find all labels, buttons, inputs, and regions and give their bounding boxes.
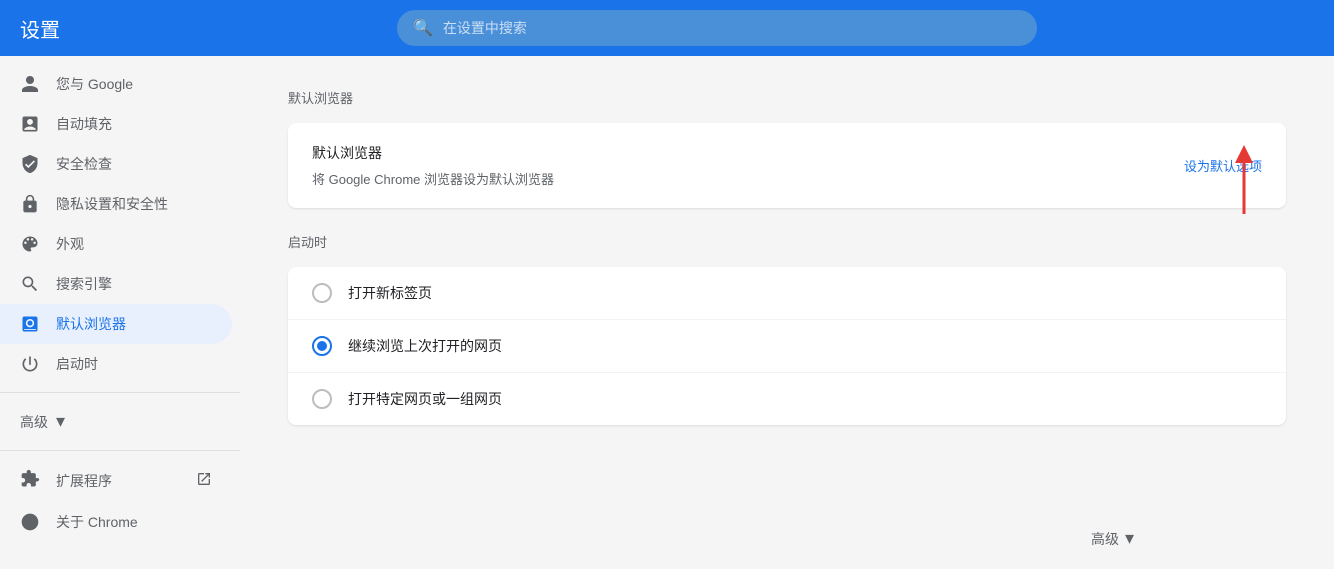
sidebar-item-label: 安全检查 (56, 154, 112, 174)
extensions-label: 扩展程序 (56, 471, 112, 491)
default-browser-card: 默认浏览器 将 Google Chrome 浏览器设为默认浏览器 设为默认选项 (288, 123, 1286, 208)
sidebar-item-safety[interactable]: 安全检查 (0, 144, 232, 184)
divider (0, 392, 240, 393)
startup-option-specific[interactable]: 打开特定网页或一组网页 (288, 373, 1286, 425)
search-input[interactable] (443, 20, 1021, 36)
autofill-icon (20, 114, 40, 134)
startup-option-label: 打开特定网页或一组网页 (348, 389, 502, 409)
sidebar-item-label: 关于 Chrome (56, 512, 138, 532)
sidebar-item-label: 您与 Google (56, 74, 133, 94)
sidebar-item-about[interactable]: 关于 Chrome (0, 502, 232, 542)
search-engine-icon (20, 274, 40, 294)
sidebar: 您与 Google 自动填充 安全检查 隐私设置和安全性 外观 (0, 56, 240, 569)
shield-icon (20, 154, 40, 174)
sidebar-item-appearance[interactable]: 外观 (0, 224, 232, 264)
sidebar-item-label: 默认浏览器 (56, 314, 126, 334)
browser-icon (20, 314, 40, 334)
sidebar-item-label: 外观 (56, 234, 84, 254)
default-browser-card-title: 默认浏览器 (312, 143, 554, 163)
sidebar-item-privacy[interactable]: 隐私设置和安全性 (0, 184, 232, 224)
app-header: 设置 🔍 (0, 0, 1334, 56)
main-content: 默认浏览器 默认浏览器 将 Google Chrome 浏览器设为默认浏览器 设… (240, 56, 1334, 569)
startup-option-new-tab[interactable]: 打开新标签页 (288, 267, 1286, 320)
radio-new-tab[interactable] (312, 283, 332, 303)
page-title: 设置 (20, 14, 100, 43)
sidebar-item-extensions[interactable]: 扩展程序 (0, 459, 232, 502)
chrome-icon (20, 512, 40, 532)
divider2 (0, 450, 240, 451)
startup-options-card: 打开新标签页 继续浏览上次打开的网页 打开特定网页或一组网页 (288, 267, 1286, 425)
sidebar-item-label: 搜索引擎 (56, 274, 112, 294)
startup-option-label: 打开新标签页 (348, 283, 432, 303)
search-bar: 🔍 (397, 10, 1037, 46)
startup-section-title: 启动时 (288, 232, 1286, 251)
radio-specific[interactable] (312, 389, 332, 409)
power-icon (20, 354, 40, 374)
default-browser-card-desc: 将 Google Chrome 浏览器设为默认浏览器 (312, 169, 554, 188)
default-browser-section-title: 默认浏览器 (288, 88, 1286, 107)
search-icon: 🔍 (413, 18, 433, 38)
external-link-icon (196, 471, 212, 490)
sidebar-item-default-browser[interactable]: 默认浏览器 (0, 304, 232, 344)
advanced-label: 高级 (1091, 529, 1119, 549)
sidebar-item-autofill[interactable]: 自动填充 (0, 104, 232, 144)
sidebar-item-label: 隐私设置和安全性 (56, 194, 168, 214)
lock-icon (20, 194, 40, 214)
startup-option-continue[interactable]: 继续浏览上次打开的网页 (288, 320, 1286, 373)
body-container: 您与 Google 自动填充 安全检查 隐私设置和安全性 外观 (0, 56, 1334, 569)
set-default-button[interactable]: 设为默认选项 (1184, 156, 1262, 175)
extensions-icon (20, 469, 40, 492)
person-icon (20, 74, 40, 94)
chevron-down-icon: ▾ (1125, 528, 1134, 549)
sidebar-item-label: 自动填充 (56, 114, 112, 134)
radio-continue[interactable] (312, 336, 332, 356)
sidebar-advanced[interactable]: 高级 ▾ (0, 401, 240, 442)
advanced-section: 高级 ▾ (1091, 528, 1134, 549)
sidebar-item-label: 启动时 (56, 354, 98, 374)
startup-option-label: 继续浏览上次打开的网页 (348, 336, 502, 356)
sidebar-item-startup[interactable]: 启动时 (0, 344, 232, 384)
palette-icon (20, 234, 40, 254)
sidebar-advanced-label: 高级 (20, 412, 48, 432)
chevron-down-icon: ▾ (56, 411, 65, 432)
sidebar-item-google[interactable]: 您与 Google (0, 64, 232, 104)
sidebar-item-search[interactable]: 搜索引擎 (0, 264, 232, 304)
